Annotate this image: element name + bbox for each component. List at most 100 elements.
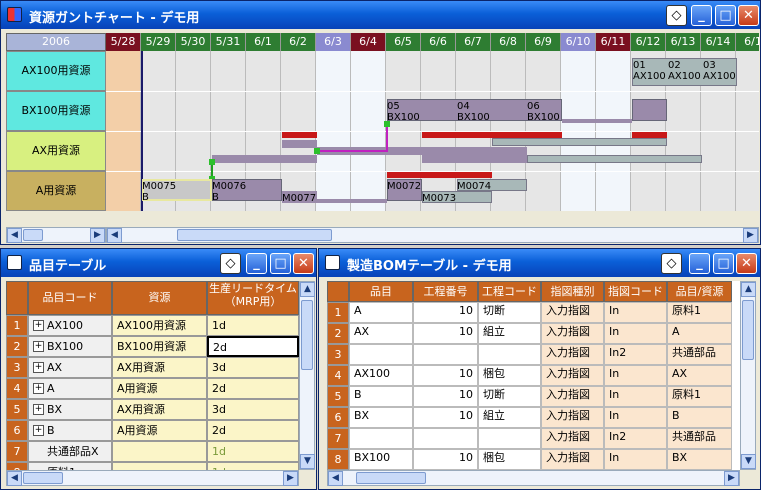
item-code-cell[interactable]: 共通部品X (28, 441, 112, 462)
gantt-chart-area[interactable]: 01 AX100 02 AX100 03 AX100 05 BX100 04 B… (106, 51, 759, 211)
order-type-cell[interactable]: 入力指図 (541, 302, 604, 323)
process-code-cell[interactable]: 切断 (478, 386, 541, 407)
process-code-cell[interactable]: 梱包 (478, 449, 541, 470)
gantt-titlebar[interactable]: 資源ガントチャート - デモ用 ◇ _ □ ✕ (1, 1, 760, 29)
scroll-thumb[interactable] (301, 300, 313, 370)
item-resource-cell[interactable]: AX (667, 365, 732, 386)
order-type-cell[interactable]: 入力指図 (541, 428, 604, 449)
gantt-hscrollbar[interactable]: ◀ ▶ (106, 227, 759, 243)
order-type-cell[interactable]: 入力指図 (541, 386, 604, 407)
lead-time-cell[interactable]: 2d (207, 378, 299, 399)
process-number-cell[interactable]: 10 (413, 365, 478, 386)
scroll-up-arrow[interactable]: ▲ (300, 282, 315, 297)
column-header[interactable]: 資源 (112, 281, 207, 315)
scroll-left-arrow[interactable]: ◀ (7, 228, 22, 243)
task-bar[interactable] (317, 199, 387, 203)
task-bar[interactable] (527, 155, 702, 163)
item-resource-cell[interactable]: 共通部品 (667, 428, 732, 449)
column-header[interactable]: 品目 (349, 281, 413, 302)
bom-item-cell[interactable]: AX100 (349, 365, 413, 386)
process-number-cell[interactable]: 10 (413, 323, 478, 344)
task-bar[interactable] (422, 155, 527, 163)
process-number-cell[interactable]: 10 (413, 449, 478, 470)
order-type-cell[interactable]: 入力指図 (541, 407, 604, 428)
row-number[interactable]: 2 (327, 323, 349, 344)
item-hscrollbar[interactable]: ◀ ▶ (6, 470, 299, 486)
order-code-cell[interactable]: In2 (604, 344, 667, 365)
order-code-cell[interactable]: In (604, 386, 667, 407)
item-titlebar[interactable]: 品目テーブル ◇ _ □ ✕ (1, 249, 316, 277)
row-number[interactable]: 4 (6, 378, 28, 399)
row-number[interactable]: 5 (6, 399, 28, 420)
row-number[interactable]: 5 (327, 386, 349, 407)
process-code-cell[interactable]: 切断 (478, 302, 541, 323)
item-resource-cell[interactable]: B (667, 407, 732, 428)
resource-cell[interactable] (112, 462, 207, 470)
process-number-cell[interactable]: 10 (413, 407, 478, 428)
column-header[interactable]: 生産リードタイム （MRP用） (207, 281, 299, 315)
item-resource-cell[interactable]: 共通部品 (667, 344, 732, 365)
task-bar-red[interactable] (387, 172, 492, 178)
order-type-cell[interactable]: 入力指図 (541, 449, 604, 470)
row-number[interactable]: 7 (327, 428, 349, 449)
scroll-down-arrow[interactable]: ▼ (300, 454, 315, 469)
resource-label-a[interactable]: A用資源 (6, 171, 106, 211)
minimize-button[interactable]: _ (689, 253, 710, 274)
task-bar[interactable] (632, 99, 667, 121)
scroll-left-arrow[interactable]: ◀ (328, 471, 343, 486)
restore-diamond-button[interactable]: ◇ (661, 253, 682, 274)
lead-time-cell[interactable]: 3d (207, 399, 299, 420)
row-number[interactable]: 1 (327, 302, 349, 323)
resource-cell[interactable]: AX用資源 (112, 399, 207, 420)
lead-time-cell[interactable]: 2d (207, 420, 299, 441)
resource-label-ax[interactable]: AX用資源 (6, 131, 106, 171)
resource-cell[interactable]: AX用資源 (112, 357, 207, 378)
process-code-cell[interactable]: 組立 (478, 323, 541, 344)
scroll-right-arrow[interactable]: ▶ (283, 471, 298, 486)
scroll-thumb[interactable] (177, 229, 332, 241)
order-code-cell[interactable]: In (604, 407, 667, 428)
expand-icon[interactable]: + (33, 404, 44, 415)
lead-time-cell[interactable]: 1d (207, 462, 299, 470)
row-number[interactable]: 6 (327, 407, 349, 428)
expand-icon[interactable]: + (33, 425, 44, 436)
process-code-cell[interactable] (478, 344, 541, 365)
item-resource-cell[interactable]: BX (667, 449, 732, 470)
resource-label-ax100[interactable]: AX100用資源 (6, 51, 106, 91)
task-bar[interactable] (562, 119, 632, 123)
bom-hscrollbar[interactable]: ◀ ▶ (327, 470, 740, 486)
item-code-cell[interactable]: 原料1 (28, 462, 112, 470)
bom-item-cell[interactable]: AX (349, 323, 413, 344)
scroll-right-arrow[interactable]: ▶ (724, 471, 739, 486)
scroll-right-arrow[interactable]: ▶ (743, 228, 758, 243)
minimize-button[interactable]: _ (691, 5, 712, 26)
close-button[interactable]: ✕ (736, 253, 757, 274)
bom-item-cell[interactable]: BX (349, 407, 413, 428)
resource-cell[interactable]: BX100用資源 (112, 336, 207, 357)
maximize-button[interactable]: □ (270, 253, 291, 274)
scroll-down-arrow[interactable]: ▼ (741, 454, 756, 469)
task-bar[interactable] (492, 138, 667, 146)
scroll-left-arrow[interactable]: ◀ (7, 471, 22, 486)
resource-cell[interactable]: A用資源 (112, 420, 207, 441)
scroll-thumb[interactable] (23, 472, 63, 484)
process-number-cell[interactable]: 10 (413, 302, 478, 323)
column-header[interactable]: 品目/資源 (667, 281, 732, 302)
item-resource-cell[interactable]: A (667, 323, 732, 344)
row-number[interactable]: 7 (6, 441, 28, 462)
row-number[interactable]: 8 (6, 462, 28, 470)
scroll-thumb[interactable] (23, 229, 43, 241)
column-header[interactable]: 工程コード (478, 281, 541, 302)
row-number[interactable]: 3 (6, 357, 28, 378)
order-type-cell[interactable]: 入力指図 (541, 323, 604, 344)
resource-label-bx100[interactable]: BX100用資源 (6, 91, 106, 131)
column-header[interactable]: 工程番号 (413, 281, 478, 302)
process-code-cell[interactable]: 梱包 (478, 365, 541, 386)
lead-time-cell[interactable]: 1d (207, 441, 299, 462)
lead-time-cell[interactable]: 3d (207, 357, 299, 378)
process-number-cell[interactable]: 10 (413, 386, 478, 407)
item-vscrollbar[interactable]: ▲ ▼ (299, 281, 315, 470)
expand-icon[interactable]: + (33, 341, 44, 352)
order-code-cell[interactable]: In (604, 302, 667, 323)
expand-icon[interactable]: + (33, 320, 44, 331)
